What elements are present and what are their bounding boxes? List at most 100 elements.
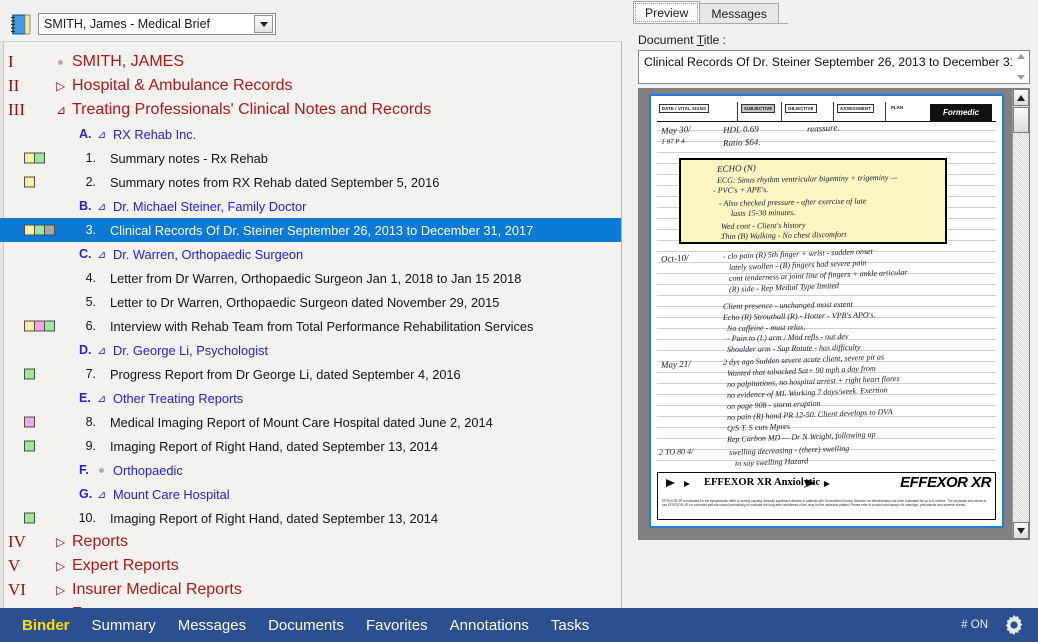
tree-row-label: Progress Report from Dr George Li, dated… (110, 367, 461, 382)
bottom-nav-item-documents[interactable]: Documents (268, 617, 344, 634)
tree-row[interactable]: 4.Letter from Dr Warren, Orthopaedic Sur… (0, 266, 621, 290)
scroll-down-arrow-icon[interactable] (1013, 522, 1029, 539)
handwritten-line: Echo (R) Strouthall (R) - Hotter - VPB's… (723, 310, 876, 322)
tree-row-number: 1. (72, 151, 96, 165)
tree-row[interactable]: D.⊿Dr. George Li, Psychologist (0, 338, 621, 362)
tag-swatches (24, 177, 34, 188)
form-rule-line (657, 405, 996, 406)
handwritten-line: swelling decreasing - (there) swelling (729, 444, 850, 457)
bottom-nav-item-tasks[interactable]: Tasks (551, 617, 589, 634)
tree-row-label: Insurer Medical Reports (72, 581, 242, 599)
empty-node-dot-icon[interactable] (99, 468, 104, 473)
tree-row[interactable]: ISMITH, JAMES (0, 50, 621, 74)
tag-swatches (24, 225, 54, 236)
bottom-nav-item-binder[interactable]: Binder (22, 617, 70, 634)
document-title-scroll-spinner[interactable] (1012, 51, 1029, 83)
expanded-triangle-icon[interactable]: ⊿ (56, 103, 66, 117)
bottom-nav-item-annotations[interactable]: Annotations (450, 617, 529, 634)
expanded-triangle-icon[interactable]: ⊿ (97, 200, 106, 213)
binder-panel: SMITH, James - Medical Brief ISMITH, JAM… (0, 0, 622, 608)
tree-row[interactable]: 2.Summary notes from RX Rehab dated Sept… (0, 170, 621, 194)
form-column-separator (737, 102, 738, 122)
tree-row[interactable]: 5.Letter to Dr Warren, Orthopaedic Surge… (0, 290, 621, 314)
panel-splitter[interactable] (622, 0, 630, 608)
collapsed-triangle-icon[interactable]: ▷ (56, 79, 65, 93)
preview-vertical-scrollbar[interactable] (1012, 89, 1029, 539)
tree-row[interactable]: III⊿Treating Professionals' Clinical Not… (0, 98, 621, 122)
tree-row[interactable]: E.⊿Other Treating Reports (0, 386, 621, 410)
document-title-label-pre: Document (638, 33, 697, 47)
binder-selector-combobox[interactable]: SMITH, James - Medical Brief (38, 13, 276, 35)
tree-row-label: Dr. Warren, Orthopaedic Surgeon (113, 247, 303, 262)
tree-row[interactable]: IV▷Reports (0, 530, 621, 554)
tree-row[interactable]: V▷Expert Reports (0, 554, 621, 578)
document-title-label-accesskey: T (697, 33, 704, 47)
scanned-page[interactable]: DATE / VITAL SIGNS SUBJECTIVE OBJECTIVE … (649, 94, 1004, 528)
collapsed-triangle-icon[interactable]: ▷ (56, 535, 65, 549)
tree-row-number: 3. (72, 223, 96, 237)
tree-row-number: A. (79, 127, 92, 141)
empty-node-dot-icon[interactable] (58, 60, 63, 65)
tree-row-label: Letter to Dr Warren, Orthopaedic Surgeon… (110, 295, 499, 310)
form-column-headers: DATE / VITAL SIGNS SUBJECTIVE OBJECTIVE … (657, 102, 996, 122)
tree-row[interactable]: 7.Progress Report from Dr George Li, dat… (0, 362, 621, 386)
tag-swatch (44, 225, 55, 236)
chevron-down-icon[interactable] (254, 15, 273, 33)
tree-row[interactable]: 6.Interview with Rehab Team from Total P… (0, 314, 621, 338)
bottom-nav-item-messages[interactable]: Messages (178, 617, 246, 634)
document-preview-canvas[interactable]: DATE / VITAL SIGNS SUBJECTIVE OBJECTIVE … (639, 89, 1012, 539)
tree-row-label: Orthopaedic (113, 463, 183, 478)
tree-row[interactable]: G.⊿Mount Care Hospital (0, 482, 621, 506)
gear-icon[interactable] (1002, 613, 1026, 637)
collapsed-triangle-icon[interactable]: ▷ (56, 583, 65, 597)
tree-row-label: Clinical Records Of Dr. Steiner Septembe… (110, 223, 533, 238)
tab-messages[interactable]: Messages (699, 3, 779, 24)
document-title-label: Document Title : (638, 33, 726, 47)
tree-row[interactable]: VI ▷ Insurer Medical Reports (0, 578, 621, 602)
advertisement-fine-print: EFFEXOR XR is indicated for the symptoma… (662, 499, 991, 508)
tag-swatches (24, 369, 34, 380)
tab-preview[interactable]: Preview (633, 1, 700, 24)
tree-row-selected[interactable]: 3. Clinical Records Of Dr. Steiner Septem… (0, 218, 621, 242)
bottom-nav-item-summary[interactable]: Summary (92, 617, 156, 634)
handwritten-line: lasts 15-30 minutes. (731, 208, 795, 218)
tree-row-number: VI (8, 580, 26, 600)
tree-row[interactable]: II▷Hospital & Ambulance Records (0, 74, 621, 98)
collapsed-triangle-icon[interactable]: ▷ (56, 559, 65, 573)
expanded-triangle-icon[interactable]: ⊿ (97, 392, 106, 405)
chevron-down-icon[interactable] (1017, 75, 1025, 80)
handwritten-line: May 30/ (661, 124, 691, 136)
expanded-triangle-icon[interactable]: ⊿ (97, 488, 106, 501)
chevron-up-icon[interactable] (1017, 54, 1025, 59)
scrollbar-thumb[interactable] (1013, 107, 1029, 133)
document-title-field[interactable]: Clinical Records Of Dr. Steiner Septembe… (638, 50, 1030, 84)
scroll-up-arrow-icon[interactable] (1013, 89, 1029, 106)
expanded-triangle-icon[interactable]: ⊿ (97, 344, 106, 357)
tree-row[interactable]: F.Orthopaedic (0, 458, 621, 482)
expanded-triangle-icon[interactable]: ⊿ (97, 128, 106, 141)
tree-row-label: Medical Imaging Report of Mount Care Hos… (110, 415, 493, 430)
document-title-value[interactable]: Clinical Records Of Dr. Steiner Septembe… (639, 51, 1012, 83)
tree-row-label: Expert Reports (72, 557, 179, 575)
tag-swatches (24, 513, 34, 524)
tree-row[interactable]: B.⊿Dr. Michael Steiner, Family Doctor (0, 194, 621, 218)
tree-row[interactable]: C.⊿Dr. Warren, Orthopaedic Surgeon (0, 242, 621, 266)
tree-row[interactable]: A.⊿RX Rehab Inc. (0, 122, 621, 146)
advertisement-brand: EFFEXOR XR (900, 474, 991, 491)
tree-row[interactable]: 10.Imaging Report of Right Hand, dated S… (0, 506, 621, 530)
tree-row-number: IV (8, 532, 26, 552)
tree-row[interactable]: 9.Imaging Report of Right Hand, dated Se… (0, 434, 621, 458)
bird-icon (824, 481, 830, 487)
tree-row[interactable]: 1. Summary notes - Rx Rehab (0, 146, 621, 170)
binder-tree-scroll[interactable]: ISMITH, JAMESII▷Hospital & Ambulance Rec… (0, 42, 622, 608)
handwritten-line: Shoulder arm - Sup Rotate - has difficul… (727, 343, 861, 354)
expanded-triangle-icon[interactable]: ⊿ (97, 248, 106, 261)
form-column-separator (833, 102, 834, 122)
tree-row-label: Summary notes - Rx Rehab (110, 151, 268, 166)
bottom-nav-item-favorites[interactable]: Favorites (366, 617, 428, 634)
tree-row[interactable]: 8.Medical Imaging Report of Mount Care H… (0, 410, 621, 434)
tree-row-label: Mount Care Hospital (113, 487, 230, 502)
bottom-bar-right: # ON (961, 613, 1026, 637)
form-rule-line (657, 141, 996, 142)
handwritten-line: - Pain to (L) arm / Mod refls - out dev (727, 332, 849, 343)
